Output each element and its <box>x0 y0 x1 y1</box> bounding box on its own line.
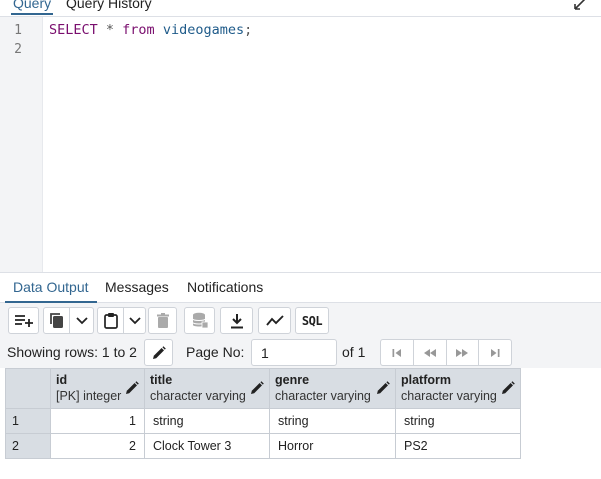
line-number-gutter: 1 2 <box>0 17 43 272</box>
cell-platform[interactable]: string <box>395 408 521 434</box>
query-tabs-bar: Query Query History <box>0 0 601 17</box>
code-line[interactable]: SELECT * from videogames; <box>49 22 252 38</box>
pencil-icon[interactable] <box>501 381 515 395</box>
column-header-id[interactable]: id [PK] integer <box>50 368 145 409</box>
column-header-title[interactable]: title character varying <box>144 368 270 409</box>
cell-title[interactable]: string <box>144 408 270 434</box>
fast-forward-icon <box>456 348 469 357</box>
semicolon: ; <box>244 22 253 38</box>
result-grid: id [PK] integer title character varying … <box>5 368 601 479</box>
sql-editor[interactable]: 1 2 SELECT * from videogames; <box>0 17 601 272</box>
page-navigation <box>380 339 512 366</box>
keyword-select: SELECT <box>49 22 98 38</box>
tab-query[interactable]: Query <box>10 0 54 15</box>
last-page-button[interactable] <box>479 340 511 365</box>
download-button[interactable] <box>220 307 253 334</box>
operator-star: * <box>97 22 123 38</box>
cell-platform[interactable]: PS2 <box>395 433 521 459</box>
expand-icon[interactable] <box>573 0 587 10</box>
pencil-icon[interactable] <box>125 381 139 395</box>
last-page-icon <box>491 348 500 357</box>
add-row-icon <box>14 314 33 327</box>
row-number[interactable]: 2 <box>5 433 51 459</box>
first-page-icon <box>392 348 401 357</box>
delete-button[interactable] <box>148 307 177 334</box>
table-row[interactable]: 2 2 Clock Tower 3 Horror PS2 <box>5 433 521 459</box>
rewind-icon <box>423 348 436 357</box>
row-number[interactable]: 1 <box>5 408 51 434</box>
page-count-label: of 1 <box>342 344 366 360</box>
pencil-icon <box>152 345 166 359</box>
row-number-header[interactable] <box>5 368 51 409</box>
sql-button[interactable]: SQL <box>295 307 329 334</box>
sql-label: SQL <box>301 313 323 328</box>
tab-messages[interactable]: Messages <box>105 279 169 295</box>
page-no-label: Page No: <box>186 344 245 360</box>
copy-button[interactable] <box>43 307 70 334</box>
copy-options-dropdown[interactable] <box>70 307 94 334</box>
paste-icon <box>103 313 118 329</box>
output-tabs-bar: Data Output Messages Notifications <box>0 273 601 303</box>
chevron-down-icon <box>128 316 141 324</box>
data-toolbar: SQL <box>0 303 601 338</box>
paste-options-dropdown[interactable] <box>124 307 146 334</box>
pagination-bar: Showing rows: 1 to 2 Page No: of 1 <box>0 338 601 368</box>
next-page-button[interactable] <box>447 340 480 365</box>
chevron-down-icon <box>75 316 88 324</box>
column-header-genre[interactable]: genre character varying <box>269 368 396 409</box>
column-header-platform[interactable]: platform character varying <box>395 368 521 409</box>
cell-id[interactable]: 2 <box>50 433 145 459</box>
cell-title[interactable]: Clock Tower 3 <box>144 433 270 459</box>
tab-data-output[interactable]: Data Output <box>13 279 89 295</box>
pencil-icon[interactable] <box>376 381 390 395</box>
save-data-button[interactable] <box>184 307 215 334</box>
tab-query-history[interactable]: Query History <box>66 0 152 13</box>
add-row-button[interactable] <box>8 307 39 334</box>
line-number: 2 <box>14 42 22 57</box>
page-number-input[interactable] <box>251 339 337 366</box>
tab-notifications[interactable]: Notifications <box>187 279 263 295</box>
header-row: id [PK] integer title character varying … <box>5 368 521 409</box>
result-table: id [PK] integer title character varying … <box>5 368 521 459</box>
edit-rows-button[interactable] <box>144 339 173 366</box>
line-chart-icon <box>265 314 284 326</box>
database-save-icon <box>192 312 208 329</box>
cell-genre[interactable]: string <box>269 408 396 434</box>
paste-button[interactable] <box>97 307 124 334</box>
showing-rows-text: Showing rows: 1 to 2 <box>7 344 137 360</box>
table-identifier: videogames <box>154 22 245 38</box>
first-page-button[interactable] <box>381 340 414 365</box>
copy-icon <box>49 313 63 328</box>
download-icon <box>230 313 243 328</box>
line-number: 1 <box>14 23 22 38</box>
cell-id[interactable]: 1 <box>50 408 145 434</box>
previous-page-button[interactable] <box>414 340 447 365</box>
keyword-from: from <box>122 22 155 38</box>
table-row[interactable]: 1 1 string string string <box>5 408 521 434</box>
pencil-icon[interactable] <box>250 381 264 395</box>
graph-visualiser-button[interactable] <box>258 307 291 334</box>
trash-icon <box>156 312 169 328</box>
cell-genre[interactable]: Horror <box>269 433 396 459</box>
